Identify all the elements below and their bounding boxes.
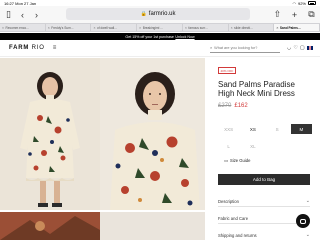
status-time: 16:27 xyxy=(4,0,15,6)
size-option-l[interactable]: L xyxy=(218,141,239,151)
size-guide-label: Size Guide xyxy=(229,158,251,163)
accordion-shipping-returns[interactable]: Shipping and returns ⌄ xyxy=(218,230,310,240)
tab-label: of dwell wall... xyxy=(96,25,117,30)
browser-tab[interactable]: × famous surr... xyxy=(183,24,229,31)
browser-tab[interactable]: × Breakingimi ... xyxy=(137,24,183,31)
tab-label: Freddy's Sum... xyxy=(51,25,74,30)
size-option-xxs[interactable]: XXS xyxy=(218,124,239,134)
wishlist-icon[interactable]: ♡ xyxy=(293,45,297,51)
discount-badge: 40% OFF xyxy=(218,67,236,74)
lock-icon: 🔒 xyxy=(140,11,147,17)
logo-primary: FARM xyxy=(9,45,30,51)
browser-tab[interactable]: × Freddy's Sum... xyxy=(46,24,92,31)
add-to-bag-button[interactable]: Add to Bag xyxy=(218,174,310,185)
bag-icon[interactable]: ▢ xyxy=(300,45,305,51)
forward-icon[interactable]: › xyxy=(31,9,42,20)
chat-button[interactable] xyxy=(296,214,310,228)
product-image-thumbnail[interactable] xyxy=(0,212,100,240)
tab-label: slide directi... xyxy=(234,25,253,30)
promo-text: Get 15% off your 1st purchase xyxy=(125,34,174,39)
close-icon[interactable]: × xyxy=(2,26,4,30)
tab-label: Sand Palms... xyxy=(279,25,301,30)
battery-icon xyxy=(308,1,316,5)
share-icon[interactable]: ⇧ xyxy=(272,9,283,20)
size-guide-link[interactable]: ▭ Size Guide xyxy=(224,158,250,163)
product-image-detail[interactable] xyxy=(100,58,205,210)
product-image-main[interactable] xyxy=(0,58,100,210)
account-icon[interactable]: ◡ xyxy=(287,45,291,51)
close-icon[interactable]: × xyxy=(48,26,50,30)
promo-link[interactable]: Unlock Now xyxy=(175,35,194,39)
back-icon[interactable]: ‹ xyxy=(17,9,28,20)
browser-tab[interactable]: × of dwell wall... xyxy=(91,24,138,31)
browser-tab[interactable]: × slide directi... xyxy=(229,24,275,31)
product-info: 40% OFF Sand Palms Paradise High Neck Mi… xyxy=(218,58,312,109)
chevron-down-icon: ⌄ xyxy=(305,198,310,204)
tab-strip: × Recomm enco... × Freddy's Sum... × of dwe… xyxy=(0,23,320,32)
site-logo[interactable]: FARM RIO xyxy=(9,45,45,51)
price-row: £270 £162 xyxy=(218,103,312,109)
size-option-xl[interactable]: XL xyxy=(242,141,263,151)
new-tab-icon[interactable]: + xyxy=(289,9,300,20)
accordion-label: Fabric and Care xyxy=(218,215,249,221)
close-icon[interactable]: × xyxy=(276,26,278,30)
close-icon[interactable]: × xyxy=(139,26,141,30)
status-right: ◠ 92% xyxy=(292,1,316,6)
wifi-icon: ◠ xyxy=(292,0,296,6)
logo-secondary: RIO xyxy=(31,45,45,51)
battery-level: 92% xyxy=(297,0,306,6)
accordion-description[interactable]: Description ⌄ xyxy=(218,196,310,207)
site-search-input[interactable]: ⌕ What are you looking for? xyxy=(210,44,280,53)
header-icons: ◡ ♡ ▢ xyxy=(287,45,313,51)
tabs-overview-icon[interactable]: ⧉ xyxy=(306,9,317,20)
size-option-s[interactable]: S xyxy=(267,124,288,134)
url-text: farmrio.uk xyxy=(148,11,176,17)
tab-label: Recomm enco... xyxy=(5,25,29,30)
toolbar-left: ▯ ‹ › xyxy=(3,9,42,20)
menu-icon[interactable]: ≡ xyxy=(53,45,57,51)
status-time-date: 16:27 Mon 27 Jan xyxy=(4,1,36,6)
product-image-thumbnail-blank xyxy=(100,212,205,240)
status-date: Mon 27 Jan xyxy=(15,0,37,6)
chat-bubble-icon xyxy=(300,218,306,224)
search-placeholder: What are you looking for? xyxy=(214,46,258,50)
sidebar-icon[interactable]: ▯ xyxy=(3,9,14,20)
address-bar[interactable]: 🔒 farmrio.uk xyxy=(66,8,250,20)
browser-tab[interactable]: × Recomm enco... xyxy=(0,24,46,31)
browser-tab-active[interactable]: × Sand Palms... xyxy=(274,24,320,31)
size-option-xs[interactable]: XS xyxy=(242,124,263,134)
close-icon[interactable]: × xyxy=(93,26,95,30)
product-title: Sand Palms Paradise High Neck Mini Dress xyxy=(218,79,295,99)
sale-price: £162 xyxy=(234,102,248,109)
accordion-label: Shipping and returns xyxy=(218,232,257,238)
search-icon: ⌕ xyxy=(210,46,213,50)
accordion-label: Description xyxy=(218,198,239,204)
browser-toolbar: ▯ ‹ › 🔒 farmrio.uk ⇧ + ⧉ xyxy=(0,6,320,23)
tab-label: Breakingimi ... xyxy=(142,25,163,30)
ruler-icon: ▭ xyxy=(224,158,228,163)
size-option-m[interactable]: M xyxy=(290,124,312,134)
close-icon[interactable]: × xyxy=(185,26,187,30)
chevron-down-icon: ⌄ xyxy=(305,232,310,238)
promo-banner: Get 15% off your 1st purchase Unlock Now xyxy=(0,33,320,40)
site-header: FARM RIO ≡ ⌕ What are you looking for? ◡… xyxy=(0,40,320,57)
tab-label: famous surr... xyxy=(188,25,208,30)
close-icon[interactable]: × xyxy=(231,26,233,30)
toolbar-right: ⇧ + ⧉ xyxy=(272,9,317,20)
original-price: £270 xyxy=(218,102,232,109)
uk-flag-icon[interactable] xyxy=(306,46,313,50)
size-selector: XXS XS S M L XL xyxy=(218,124,312,151)
